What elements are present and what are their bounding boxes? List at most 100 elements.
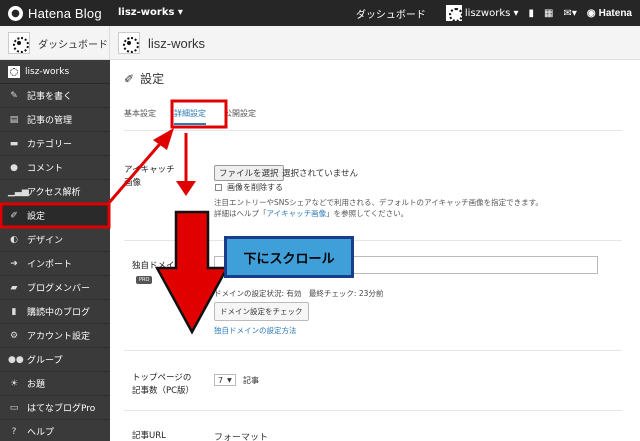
eyecatch-help-line1: 注目エントリーやSNSシェアなどで利用される、デフォルトのアイキャッチ画像を指定… <box>214 198 543 207</box>
chart-icon: ▁▃▅ <box>8 186 29 197</box>
bulb-icon: ☀ <box>9 378 19 389</box>
user-menu[interactable]: liszworks ▾ <box>445 5 519 21</box>
user-name: liszworks ▾ <box>464 7 519 19</box>
eyecatch-help-line2: 詳細はヘルプ「アイキャッチ画像」を参照してください。 <box>214 209 614 220</box>
top-navbar: ● Hatena Blog lisz-works ▾ ダッシュボード liszw… <box>0 0 640 26</box>
sidebar-item-write[interactable]: ✎ 記事を書く <box>0 84 110 108</box>
dashboard-link[interactable]: ダッシュボード <box>356 6 426 21</box>
tabs-divider <box>124 130 622 131</box>
sidebar-item-label: ブログメンバー <box>27 284 91 294</box>
sidebar-item-label: アクセス解析 <box>27 188 81 198</box>
sidebar-avatar <box>8 65 20 78</box>
hatena-link[interactable]: ◉ Hatena <box>587 8 632 19</box>
import-icon: ➜ <box>10 258 18 269</box>
help-post: 」を参照してください。 <box>326 208 409 218</box>
divider <box>124 350 622 351</box>
pencil-icon: ✎ <box>10 90 18 101</box>
eyecatch-help: 注目エントリーやSNSシェアなどで利用される、デフォルトのアイキャッチ画像を指定… <box>214 198 614 220</box>
tab-publish[interactable]: 公開設定 <box>224 108 256 125</box>
sidebar-item-analytics[interactable]: ▁▃▅ アクセス解析 <box>0 180 110 204</box>
sidebar-item-import[interactable]: ➜ インポート <box>0 252 110 276</box>
select-value: 7 <box>218 375 224 385</box>
sidebar-item-help[interactable]: ? ヘルプ <box>0 420 110 441</box>
divider <box>124 240 622 241</box>
settings-tabs: 基本設定 詳細設定 公開設定 <box>124 108 274 125</box>
domain-label: 独自ドメイン <box>132 261 184 271</box>
pro-badge: PRO <box>136 276 153 284</box>
sidebar-item-manage[interactable]: ▤ 記事の管理 <box>0 108 110 132</box>
gear-icon: ⚙ <box>9 330 19 341</box>
hatena-logo-icon: ● <box>8 5 23 21</box>
sidebar-item-category[interactable]: ▬ カテゴリー <box>0 132 110 156</box>
blog-header[interactable]: lisz-works <box>110 26 205 60</box>
page-title: ✐ 設定 <box>124 70 164 87</box>
file-status: 選択されていません <box>282 169 358 179</box>
domain-status: ドメインの設定状況: 有効 最終チェック: 23分前 <box>214 289 384 298</box>
sidebar-item-settings[interactable]: ✐ 設定 <box>0 204 110 228</box>
divider <box>124 410 622 411</box>
help-pre: 詳細はヘルプ「 <box>214 208 267 218</box>
pro-icon: ▭ <box>9 402 19 413</box>
sidebar-item-label: お題 <box>27 380 46 390</box>
palette-icon: ◐ <box>10 234 18 245</box>
sidebar-item-design[interactable]: ◐ デザイン <box>0 228 110 252</box>
tab-basic[interactable]: 基本設定 <box>124 108 156 125</box>
wrench-icon: ✐ <box>10 210 18 221</box>
comment-icon: ● <box>10 162 18 173</box>
sidebar-item-label: はてなブログPro <box>27 404 96 414</box>
book-icon: ▮ <box>11 306 17 317</box>
checkbox-box[interactable] <box>215 184 222 191</box>
wrench-icon: ✐ <box>124 71 135 86</box>
sidebar-item-label: 購読中のブログ <box>27 308 91 318</box>
top-entries-select[interactable]: 7 ▼ <box>214 374 236 386</box>
file-select-button[interactable]: ファイルを選択 <box>214 165 284 181</box>
eyecatch-help-link[interactable]: アイキャッチ画像 <box>267 209 327 218</box>
hatena-text: Hatena <box>598 7 632 19</box>
domain-check-button[interactable]: ドメイン設定をチェック <box>214 302 309 321</box>
sidebar-blog-name: lisz-works <box>25 66 70 77</box>
top-entries-unit: 記事 <box>243 376 259 385</box>
sidebar-item-label: ヘルプ <box>27 428 55 438</box>
sidebar-blog[interactable]: lisz-works <box>0 60 110 84</box>
blog-avatar <box>118 32 140 54</box>
sidebar-item-topics[interactable]: ☀ お題 <box>0 372 110 396</box>
hatena-blog-logo[interactable]: ● Hatena Blog <box>8 5 102 21</box>
delete-image-checkbox[interactable]: 画像を削除する <box>215 182 283 193</box>
domain-setup-link[interactable]: 独自ドメインの設定方法 <box>214 325 297 336</box>
apps-grid-icon[interactable]: ▦ <box>544 8 553 19</box>
sidebar-item-label: デザイン <box>27 236 64 246</box>
sidebar-item-comment[interactable]: ● コメント <box>0 156 110 180</box>
top-entries-label: トップページの 記事数（PC版） <box>132 373 195 396</box>
entry-url-label: 記事URL <box>132 431 166 441</box>
sidebar-item-members[interactable]: ▰ ブログメンバー <box>0 276 110 300</box>
bookmark-icon[interactable]: ▮ <box>529 8 535 19</box>
chevron-down-icon: ▼ <box>227 376 232 384</box>
topbar-right: ダッシュボード liszworks ▾ ▮ ▦ ✉▾ ◉ Hatena <box>346 0 640 26</box>
help-icon: ? <box>11 426 17 437</box>
tab-advanced[interactable]: 詳細設定 <box>174 108 206 125</box>
eyecatch-label: アイキャッチ画像 <box>124 165 175 188</box>
sidebar-item-group[interactable]: ●● グループ <box>0 348 110 372</box>
members-icon: ▰ <box>10 282 18 293</box>
dashboard-home[interactable]: ダッシュボード <box>0 26 110 60</box>
main-content: ✐ 設定 基本設定 詳細設定 公開設定 アイキャッチ画像 ファイルを選択 選択さ… <box>110 60 640 441</box>
sidebar-item-label: アカウント設定 <box>27 332 91 342</box>
blog-selector[interactable]: lisz-works ▾ <box>118 7 183 18</box>
brand-text: Hatena Blog <box>28 5 102 21</box>
dashboard-label: ダッシュボード <box>38 39 108 51</box>
delete-image-label: 画像を削除する <box>227 183 283 192</box>
sidebar-item-pro[interactable]: ▭ はてなブログPro <box>0 396 110 420</box>
sidebar-item-subscriptions[interactable]: ▮ 購読中のブログ <box>0 300 110 324</box>
sidebar-item-label: コメント <box>27 164 64 174</box>
sidebar-item-label: グループ <box>27 356 63 366</box>
sidebar-item-label: 記事を書く <box>27 92 73 102</box>
dashboard-avatar <box>8 32 30 54</box>
notification-icon[interactable]: ✉▾ <box>564 8 577 19</box>
sub-header: ダッシュボード lisz-works <box>0 26 640 60</box>
folder-icon: ▬ <box>9 138 19 149</box>
user-avatar <box>445 5 462 21</box>
group-icon: ●● <box>8 354 24 365</box>
sidebar-item-account[interactable]: ⚙ アカウント設定 <box>0 324 110 348</box>
sidebar: lisz-works ✎ 記事を書く ▤ 記事の管理 ▬ カテゴリー ● コメント ▁▃… <box>0 60 110 441</box>
sidebar-item-label: カテゴリー <box>27 140 73 150</box>
